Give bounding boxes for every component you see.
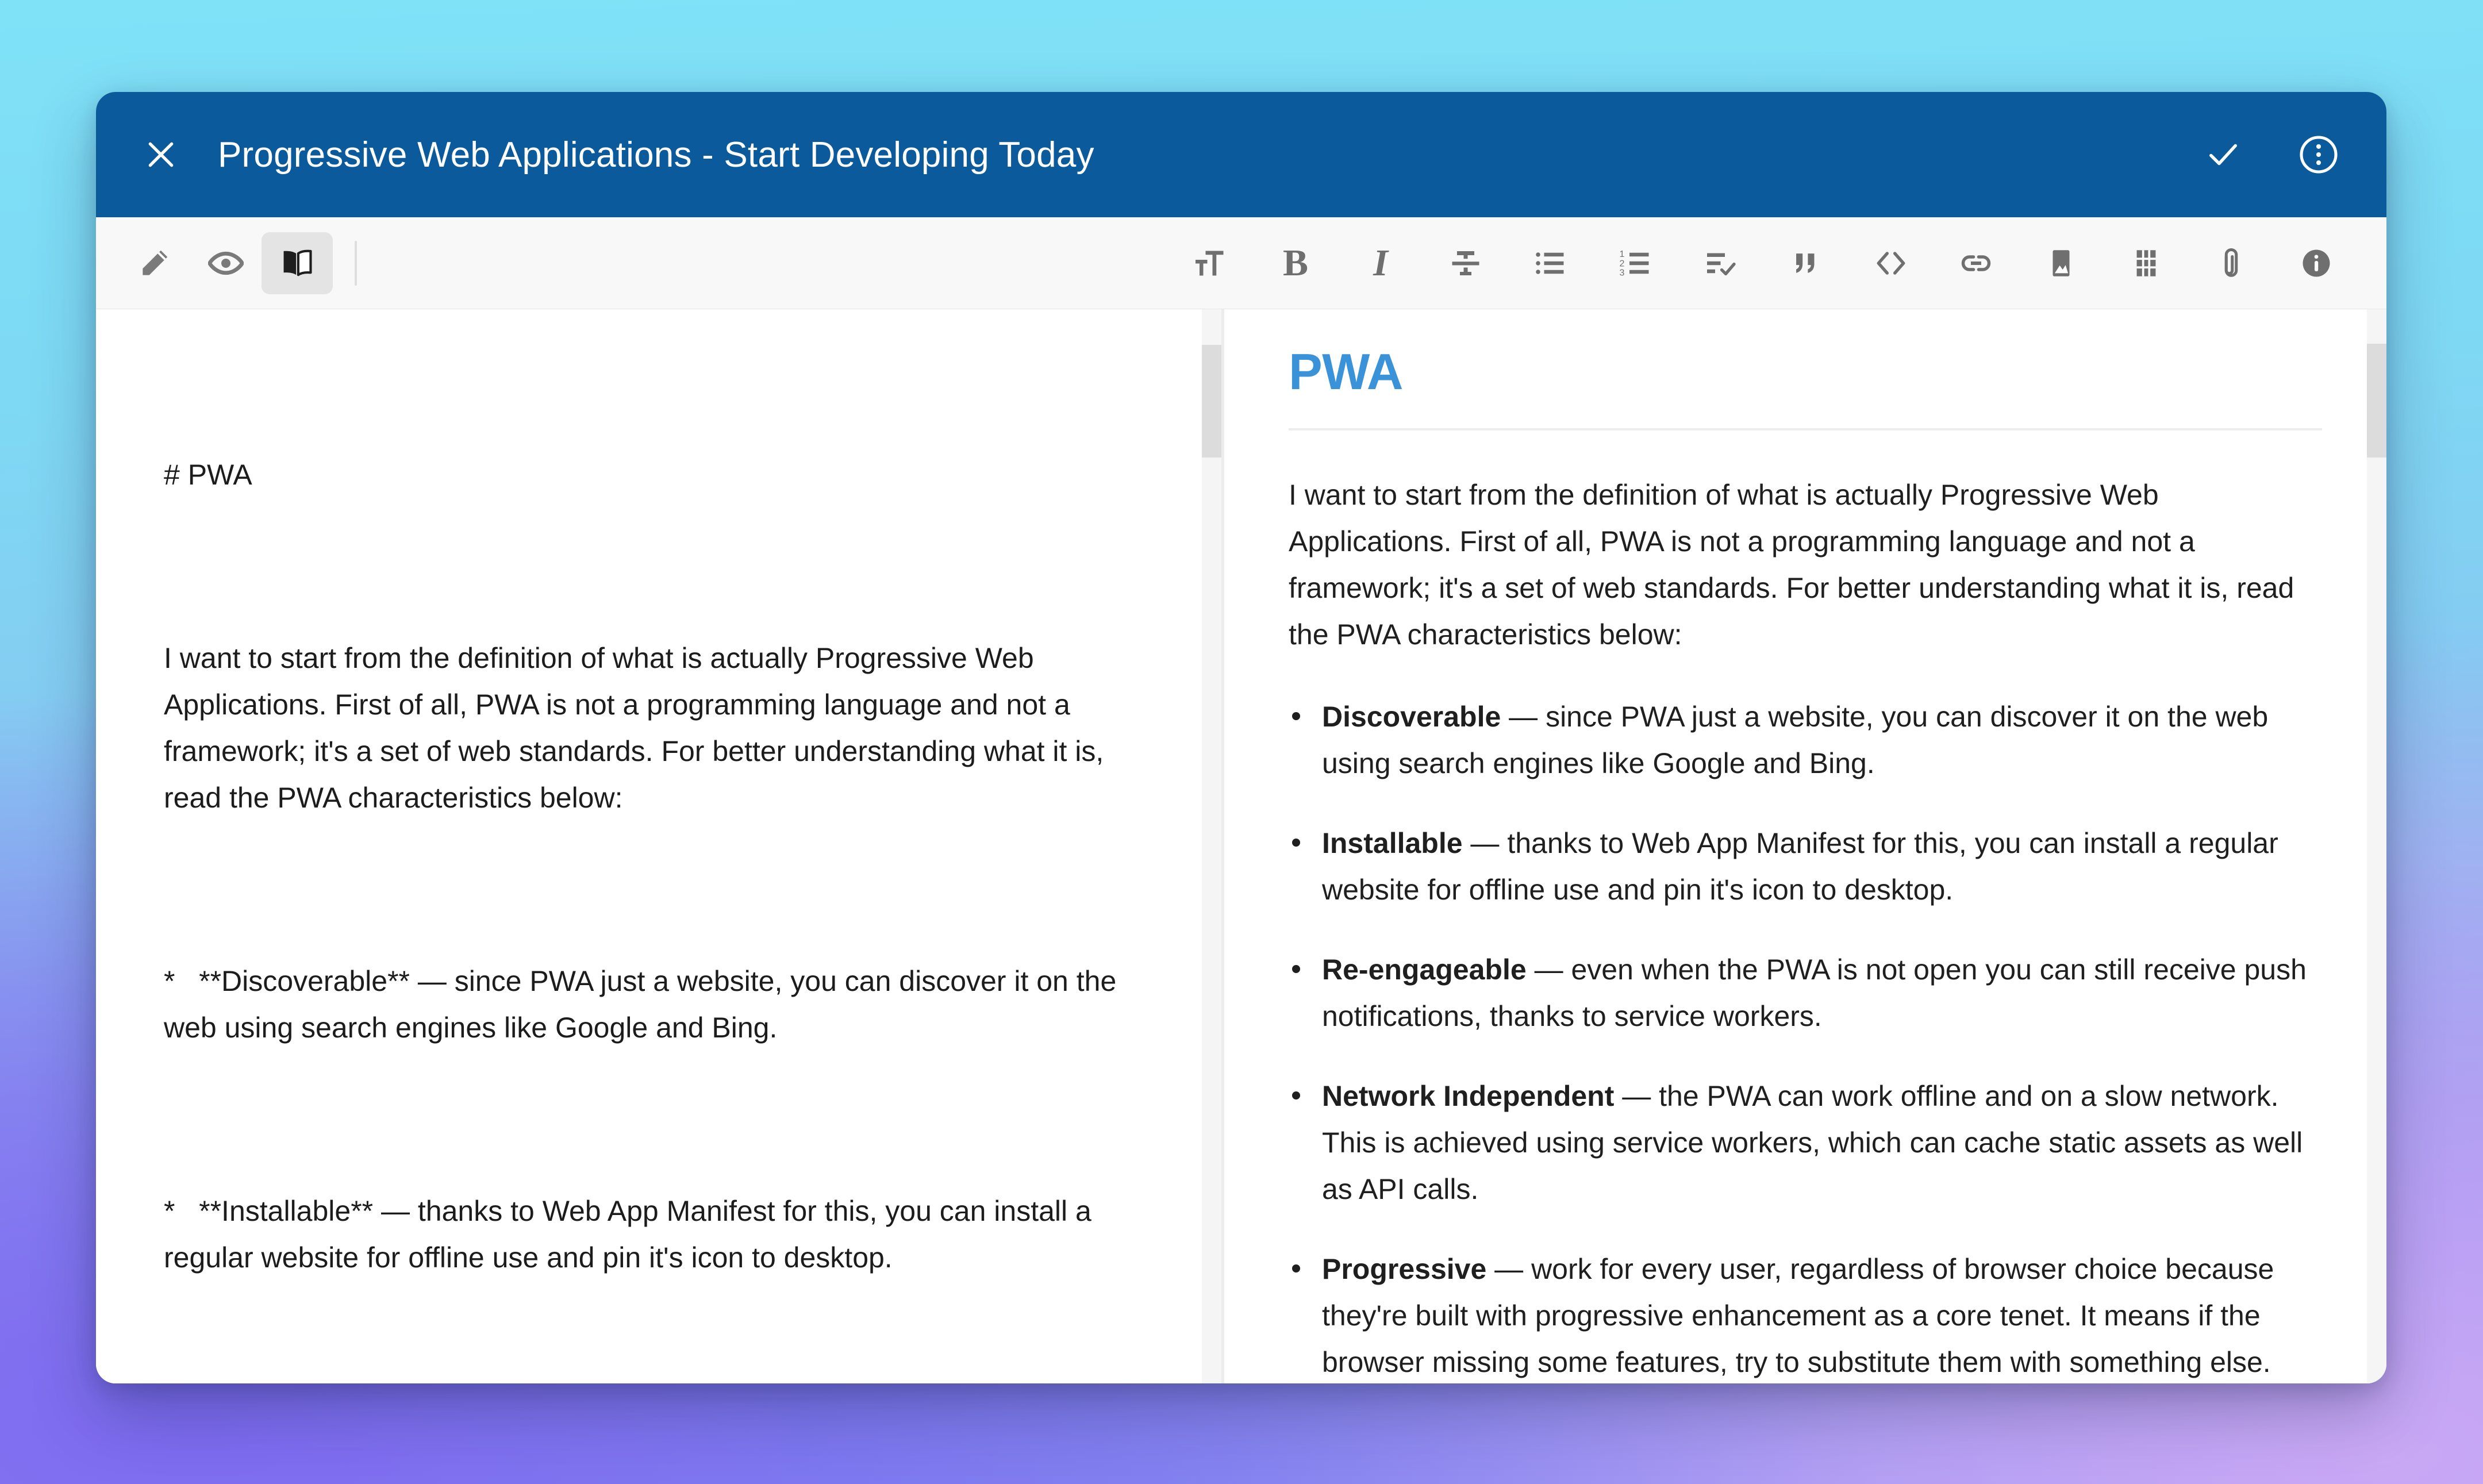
list-item: Progressive — work for every user, regar… (1289, 1246, 2322, 1383)
text-size-icon (1196, 251, 1224, 275)
image-button[interactable] (2019, 232, 2104, 294)
bullet-list-button[interactable] (1508, 232, 1593, 294)
attachment-button[interactable] (2189, 232, 2274, 294)
markdown-source-scroll[interactable]: # PWA I want to start from the definitio… (96, 309, 1221, 1383)
table-icon (2136, 249, 2156, 276)
svg-text:2: 2 (1620, 259, 1625, 268)
svg-text:3: 3 (1620, 268, 1625, 278)
view-mode-group (119, 232, 376, 294)
preview-intro-paragraph: I want to start from the definition of w… (1289, 478, 2294, 651)
numbered-list-icon: 1 2 3 (1620, 249, 1649, 278)
editor-preview-split: # PWA I want to start from the definitio… (96, 309, 2386, 1383)
list-item-term: Network Independent (1322, 1079, 1615, 1112)
eye-icon (208, 251, 244, 275)
text-size-button[interactable] (1168, 232, 1253, 294)
check-icon (2209, 144, 2237, 166)
info-icon (2303, 249, 2330, 276)
rendered-preview-pane[interactable]: PWA I want to start from the definition … (1224, 309, 2386, 1383)
rendered-preview-scroll[interactable]: PWA I want to start from the definition … (1224, 309, 2386, 1383)
markdown-source-pane[interactable]: # PWA I want to start from the definitio… (96, 309, 1221, 1383)
list-item: Installable — thanks to Web App Manifest… (1289, 820, 2322, 913)
numbered-list-button[interactable]: 1 2 3 (1593, 232, 1678, 294)
bullet-list-icon (1536, 252, 1564, 274)
blockquote-button[interactable] (1763, 232, 1848, 294)
code-icon (1877, 251, 1905, 275)
formatting-toolbar: B I 1 2 3 (96, 217, 2386, 309)
markdown-source-text[interactable]: # PWA I want to start from the definitio… (96, 309, 1221, 1383)
bold-button[interactable]: B (1253, 232, 1338, 294)
preview-heading: PWA (1289, 343, 1403, 400)
list-item: Network Independent — the PWA can work o… (1289, 1073, 2322, 1213)
italic-icon: I (1373, 241, 1388, 284)
md-heading-line: # PWA (164, 459, 252, 491)
note-editor-window: Progressive Web Applications - Start Dev… (96, 92, 2386, 1383)
preview-bullet-list: Discoverable — since PWA just a website,… (1289, 694, 2322, 1383)
pencil-icon (143, 250, 168, 275)
markdown-source-scrollbar[interactable] (1202, 309, 1221, 1383)
link-icon (1961, 255, 1991, 271)
rendered-preview-scrollbar-thumb[interactable] (2367, 344, 2386, 457)
svg-text:1: 1 (1620, 249, 1625, 259)
rendered-preview-content: PWA I want to start from the definition … (1224, 309, 2386, 1383)
title-bar: Progressive Web Applications - Start Dev… (96, 92, 2386, 217)
list-item-term: Installable (1322, 826, 1463, 859)
rendered-preview-scrollbar[interactable] (2367, 309, 2386, 1383)
checklist-icon (1707, 253, 1736, 275)
code-button[interactable] (1848, 232, 1934, 294)
close-icon (148, 142, 174, 167)
italic-button[interactable]: I (1338, 232, 1423, 294)
book-icon (283, 249, 312, 276)
md-list-item-installable: * **Installable** — thanks to Web App Ma… (164, 1195, 1100, 1274)
strikethrough-icon (1452, 251, 1479, 275)
format-actions-group: B I 1 2 3 (1168, 232, 2359, 294)
info-button[interactable] (2274, 232, 2359, 294)
split-mode-button[interactable] (262, 232, 333, 294)
list-item: Re-engageable — even when the PWA is not… (1289, 947, 2322, 1040)
list-item-term: Progressive (1322, 1252, 1487, 1285)
bold-icon: B (1282, 241, 1309, 284)
link-button[interactable] (1934, 232, 2019, 294)
list-item-text: — thanks to Web App Manifest for this, y… (1322, 826, 2278, 906)
list-item: Discoverable — since PWA just a website,… (1289, 694, 2322, 787)
checklist-button[interactable] (1678, 232, 1763, 294)
preview-heading-rule (1289, 428, 2322, 430)
edit-mode-button[interactable] (119, 232, 190, 294)
done-button[interactable] (2193, 125, 2253, 184)
list-item-term: Discoverable (1322, 700, 1501, 733)
strikethrough-button[interactable] (1423, 232, 1508, 294)
preview-mode-button[interactable] (190, 232, 262, 294)
more-options-button[interactable] (2289, 125, 2349, 184)
markdown-source-scrollbar-thumb[interactable] (1202, 345, 1221, 457)
table-button[interactable] (2104, 232, 2189, 294)
note-title: Progressive Web Applications - Start Dev… (218, 134, 1094, 175)
paperclip-icon (2224, 248, 2238, 277)
close-button[interactable] (129, 123, 193, 186)
list-item-term: Re-engageable (1322, 953, 1527, 986)
title-bar-actions (2193, 125, 2349, 184)
image-icon (2052, 249, 2070, 276)
md-intro-paragraph: I want to start from the definition of w… (164, 642, 1112, 814)
quote-icon (1796, 253, 1815, 273)
more-vertical-circle-icon (2300, 136, 2338, 174)
md-list-item-discoverable: * **Discoverable** — since PWA just a we… (164, 965, 1125, 1044)
toolbar-divider (355, 240, 357, 286)
